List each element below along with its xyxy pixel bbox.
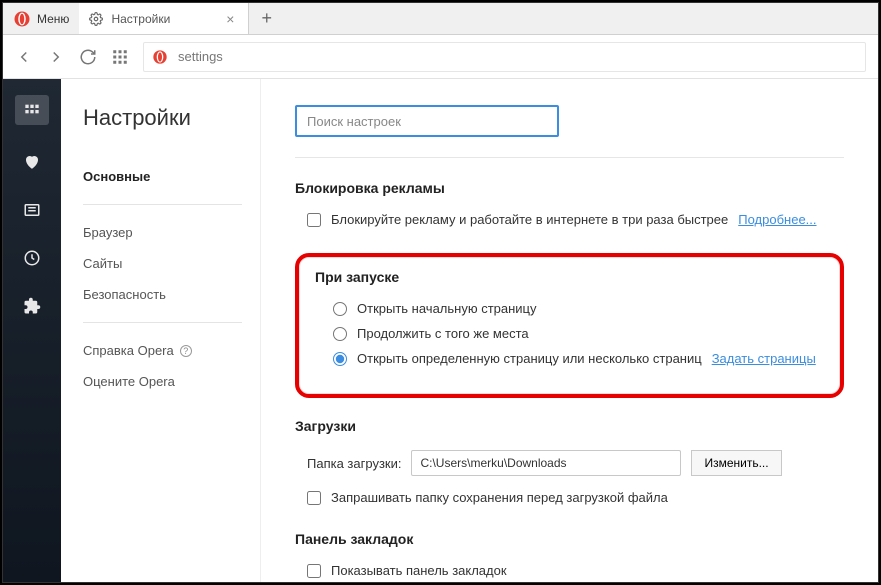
navigation-bar: settings — [3, 35, 878, 79]
opera-logo-icon — [13, 10, 31, 28]
download-folder-label: Папка загрузки: — [307, 456, 401, 471]
tab-strip: Меню Настройки × + — [3, 3, 878, 35]
left-rail — [3, 79, 61, 582]
adblock-learn-more-link[interactable]: Подробнее... — [738, 212, 816, 227]
rail-news[interactable] — [21, 199, 43, 221]
sidebar-help-link[interactable]: Справка Opera? — [83, 335, 242, 366]
tab-title: Настройки — [111, 12, 170, 26]
section-title-bookmarks: Панель закладок — [295, 531, 844, 547]
startup-label-specific: Открыть определенную страницу или нескол… — [357, 351, 702, 366]
external-link-icon: ? — [180, 345, 192, 357]
sidebar-item-security[interactable]: Безопасность — [83, 279, 242, 310]
section-title-startup: При запуске — [303, 269, 824, 285]
download-change-button[interactable]: Изменить... — [691, 450, 781, 476]
startup-set-pages-link[interactable]: Задать страницы — [712, 351, 816, 366]
bookmarks-bar-label: Показывать панель закладок — [331, 563, 507, 578]
download-ask-label: Запрашивать папку сохранения перед загру… — [331, 490, 668, 505]
section-title-ads: Блокировка рекламы — [295, 180, 844, 196]
search-placeholder: Поиск настроек — [307, 114, 401, 129]
startup-label-home: Открыть начальную страницу — [357, 301, 537, 316]
forward-button[interactable] — [47, 48, 65, 66]
section-startup-highlighted: При запуске Открыть начальную страницу П… — [295, 253, 844, 398]
menu-label: Меню — [37, 12, 69, 26]
opera-menu-button[interactable]: Меню — [3, 3, 79, 34]
rail-extensions[interactable] — [21, 295, 43, 317]
back-button[interactable] — [15, 48, 33, 66]
startup-radio-home[interactable] — [333, 302, 347, 316]
startup-radio-specific[interactable] — [333, 352, 347, 366]
reload-button[interactable] — [79, 48, 97, 66]
address-bar[interactable]: settings — [143, 42, 866, 72]
rail-bookmarks[interactable] — [21, 151, 43, 173]
divider — [83, 204, 242, 205]
sidebar-rate-link[interactable]: Оцените Opera — [83, 366, 242, 397]
download-ask-checkbox[interactable] — [307, 491, 321, 505]
settings-sidebar: Настройки Основные Браузер Сайты Безопас… — [61, 79, 261, 582]
rail-speed-dial[interactable] — [15, 95, 49, 125]
settings-search-input[interactable]: Поиск настроек — [295, 105, 559, 137]
adblock-label: Блокируйте рекламу и работайте в интерне… — [331, 212, 728, 227]
sidebar-item-basic[interactable]: Основные — [83, 161, 242, 192]
divider — [83, 322, 242, 323]
section-downloads: Загрузки Папка загрузки: Изменить... Зап… — [295, 418, 844, 505]
sidebar-item-browser[interactable]: Браузер — [83, 217, 242, 248]
section-title-downloads: Загрузки — [295, 418, 844, 434]
page-title: Настройки — [83, 105, 242, 131]
section-ad-blocking: Блокировка рекламы Блокируйте рекламу и … — [295, 180, 844, 227]
startup-label-continue: Продолжить с того же места — [357, 326, 529, 341]
rail-history[interactable] — [21, 247, 43, 269]
section-bookmarks-bar: Панель закладок Показывать панель заклад… — [295, 531, 844, 578]
tab-close-button[interactable]: × — [222, 11, 238, 27]
bookmarks-bar-checkbox[interactable] — [307, 564, 321, 578]
startup-radio-continue[interactable] — [333, 327, 347, 341]
tab-settings[interactable]: Настройки × — [79, 3, 249, 34]
download-folder-input[interactable] — [411, 450, 681, 476]
gear-icon — [89, 12, 103, 26]
sidebar-item-sites[interactable]: Сайты — [83, 248, 242, 279]
opera-icon — [152, 49, 168, 65]
speed-dial-button[interactable] — [111, 48, 129, 66]
divider — [295, 157, 844, 158]
address-text: settings — [178, 49, 223, 64]
adblock-checkbox[interactable] — [307, 213, 321, 227]
settings-content: Поиск настроек Блокировка рекламы Блокир… — [261, 79, 878, 582]
new-tab-button[interactable]: + — [249, 3, 284, 34]
